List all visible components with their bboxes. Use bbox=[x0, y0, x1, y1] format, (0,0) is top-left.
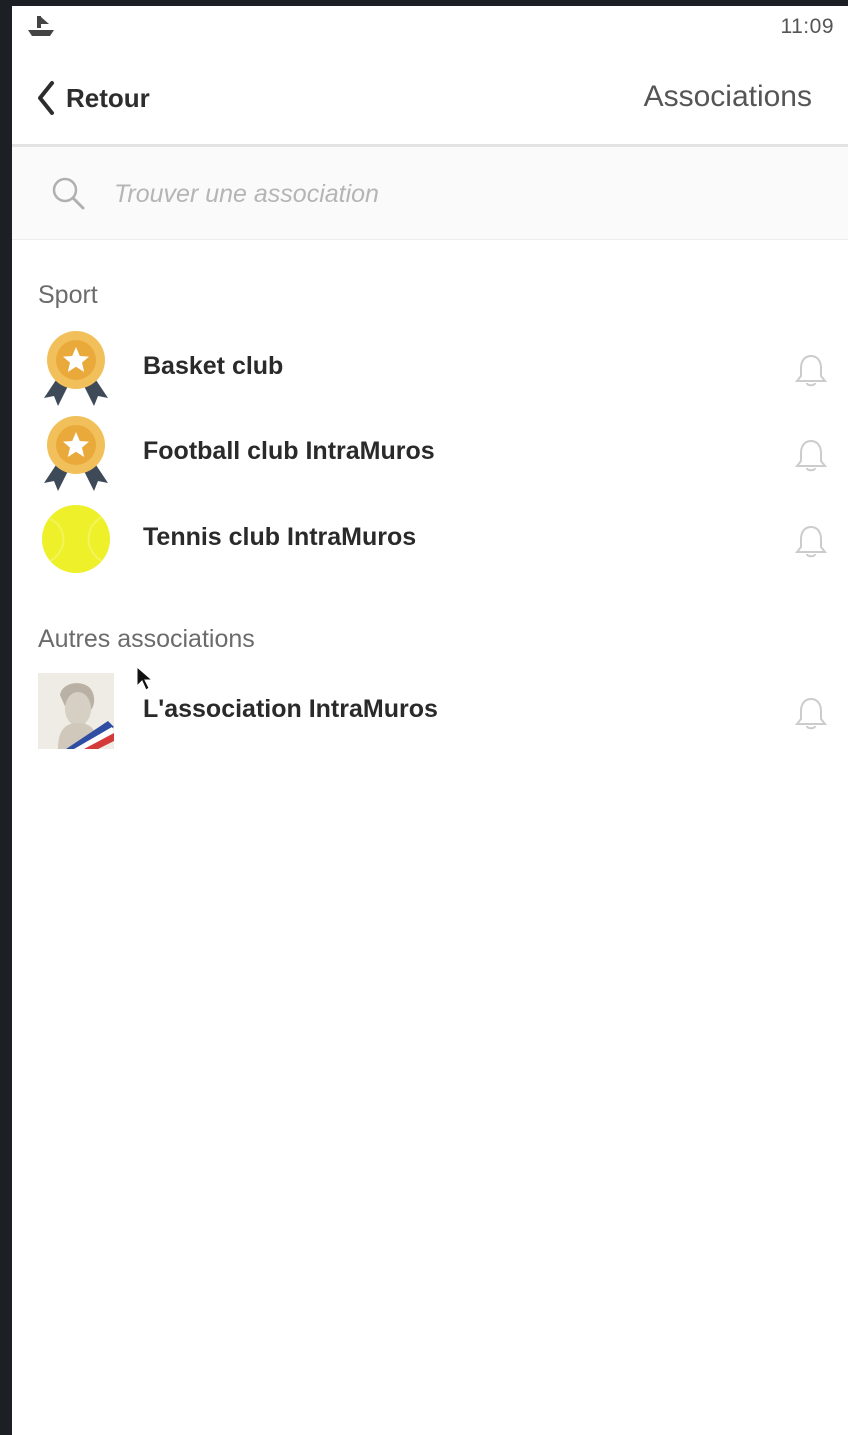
marianne-avatar bbox=[38, 673, 114, 749]
medal-icon bbox=[44, 331, 108, 406]
bell-icon[interactable] bbox=[794, 437, 828, 473]
mouse-pointer-icon bbox=[136, 666, 154, 691]
bell-icon[interactable] bbox=[794, 523, 828, 559]
association-label: Tennis club IntraMuros bbox=[143, 523, 417, 551]
nav-bar: Retour Associations bbox=[12, 48, 848, 147]
status-bar: 11:09 bbox=[12, 6, 848, 48]
search-bar bbox=[12, 147, 848, 240]
boat-icon bbox=[28, 16, 54, 36]
search-icon bbox=[52, 177, 85, 210]
bell-icon[interactable] bbox=[794, 695, 828, 731]
association-label: L'association IntraMuros bbox=[143, 695, 438, 723]
association-item-basket-club[interactable]: Basket club bbox=[12, 326, 848, 410]
back-button[interactable]: Retour bbox=[36, 78, 150, 118]
association-label: Football club IntraMuros bbox=[143, 437, 435, 465]
bell-icon[interactable] bbox=[794, 352, 828, 388]
chevron-left-icon bbox=[38, 81, 54, 115]
page-title: Associations bbox=[643, 80, 812, 113]
association-item-football-club[interactable]: Football club IntraMuros bbox=[12, 411, 848, 495]
section-header-sport: Sport bbox=[38, 281, 98, 309]
association-item-tennis-club[interactable]: Tennis club IntraMuros bbox=[12, 497, 848, 581]
search-input[interactable] bbox=[112, 171, 776, 217]
medal-icon bbox=[44, 416, 108, 491]
status-time: 11:09 bbox=[780, 15, 834, 38]
section-header-autres: Autres associations bbox=[38, 625, 255, 653]
back-label: Retour bbox=[66, 82, 150, 113]
association-label: Basket club bbox=[143, 352, 284, 380]
tennis-ball-icon bbox=[42, 505, 110, 573]
app-screen: 11:09 Retour Associations Sport Basket c… bbox=[12, 6, 848, 1435]
